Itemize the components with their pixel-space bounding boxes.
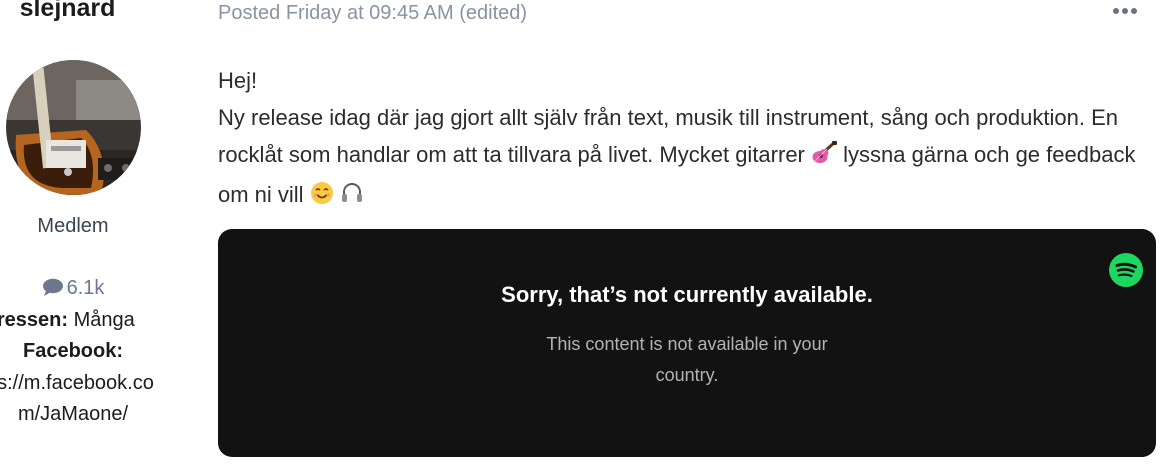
author-name[interactable]: slejnard [0, 0, 135, 23]
more-options-button[interactable] [1113, 4, 1141, 18]
smiling-face-emoji-icon [310, 179, 334, 216]
avatar[interactable] [6, 60, 141, 195]
headphone-emoji-icon [340, 179, 364, 216]
facebook-label: Facebook: [22, 340, 124, 362]
comment-bubble-icon [42, 278, 64, 302]
embed-message-line1: This content is not available in your [546, 334, 828, 354]
dot-icon [1113, 8, 1119, 14]
post-greeting: Hej! [218, 68, 258, 93]
spotify-embed[interactable]: Sorry, that’s not currently available. T… [218, 229, 1156, 457]
profile-field-intressen: ntressen: Många [0, 309, 135, 332]
post-count-value: 6.1k [66, 277, 105, 299]
member-rank: Medlem [37, 215, 109, 237]
guitar-emoji-icon [811, 139, 838, 176]
intressen-value: Många [73, 309, 135, 331]
intressen-label: ntressen: [0, 309, 69, 331]
embed-error-message: This content is not available in your co… [218, 329, 1156, 391]
author-panel: slejnard Medlem 6.1k ntressen: [0, 0, 190, 469]
facebook-url-line2[interactable]: m/JaMaone/ [0, 403, 146, 426]
embed-message-line2: country. [655, 365, 719, 385]
dot-icon [1131, 8, 1137, 14]
post-timestamp[interactable]: Posted Friday at 09:45 AM (edited) [218, 2, 527, 25]
facebook-url-line1[interactable]: os://m.facebook.co [0, 372, 154, 395]
dot-icon [1122, 8, 1128, 14]
post-paragraph: Ny release idag där jag gjort allt själv… [218, 99, 1148, 216]
embed-error-title: Sorry, that’s not currently available. [501, 282, 873, 307]
post-count[interactable]: 6.1k [0, 277, 146, 302]
post-content: Hej! Ny release idag där jag gjort allt … [218, 62, 1148, 216]
